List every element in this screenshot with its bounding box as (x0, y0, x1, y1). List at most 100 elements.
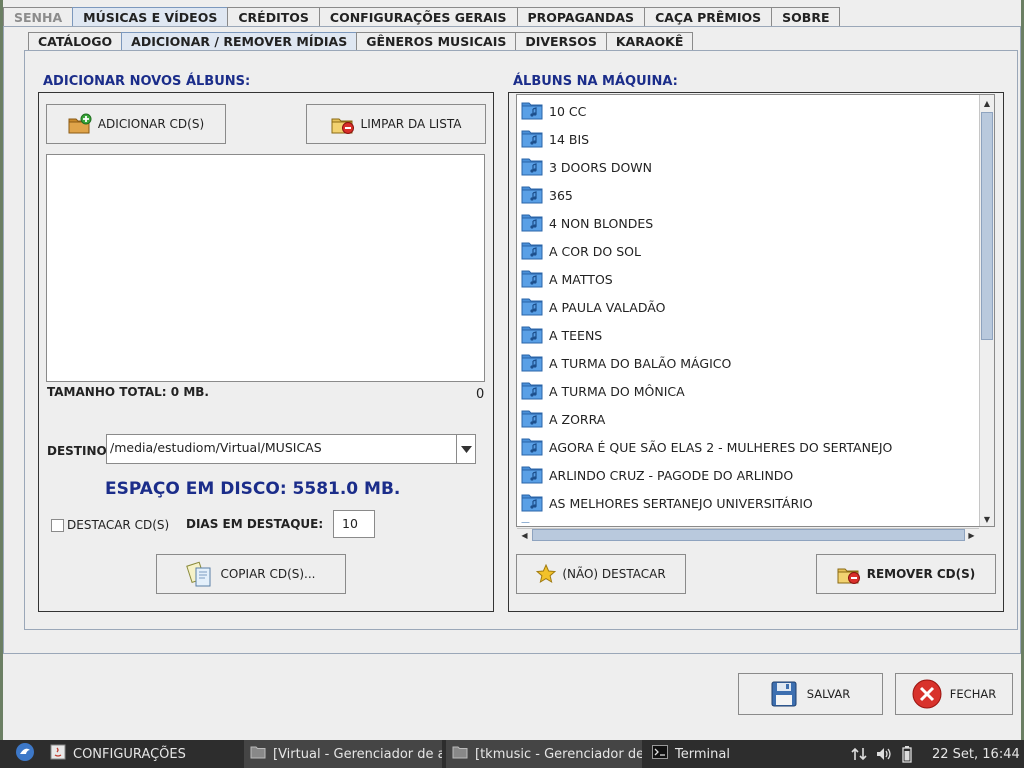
subtab-adicionar-remover[interactable]: ADICIONAR / REMOVER MÍDIAS (121, 32, 358, 51)
album-name: 365 (549, 187, 573, 203)
album-row[interactable]: A TURMA DO MÔNICA (521, 377, 979, 405)
album-row[interactable]: A ZORRA (521, 405, 979, 433)
music-folder-icon (521, 128, 543, 151)
music-folder-icon (521, 296, 543, 319)
album-name: 3 DOORS DOWN (549, 159, 652, 175)
album-row[interactable]: A TEENS (521, 321, 979, 349)
album-row[interactable]: A TURMA DO BALÃO MÁGICO (521, 349, 979, 377)
album-name: A TEENS (549, 327, 603, 343)
folder-add-icon (68, 113, 92, 135)
save-label: SALVAR (806, 687, 851, 701)
folder-icon (452, 745, 468, 763)
highlight-label: DESTACAR CD(S) (67, 518, 170, 532)
horizontal-scroll-thumb[interactable] (532, 529, 965, 541)
taskbar-item-virtual[interactable]: [Virtual - Gerenciador de ar... (244, 740, 442, 768)
remove-cds-button[interactable]: REMOVER CD(S) (816, 554, 996, 594)
start-menu-button[interactable] (14, 740, 40, 768)
taskbar-item-configuracoes[interactable]: CONFIGURAÇÕES (44, 740, 240, 768)
album-row[interactable]: 3 DOORS DOWN (521, 153, 979, 181)
disk-space: ESPAÇO EM DISCO: 5581.0 MB. (105, 479, 401, 499)
copy-cds-button[interactable]: COPIAR CD(S)... (156, 554, 346, 594)
album-row[interactable]: 14 BIS (521, 125, 979, 153)
music-folder-icon (521, 212, 543, 235)
close-label: FECHAR (949, 687, 997, 701)
scroll-right-icon[interactable]: ▶ (965, 529, 978, 541)
album-row[interactable]: AVIÕES DO FORRÓ - AO VIVO EM FORTALEZA (… (521, 517, 979, 523)
chevron-down-icon[interactable] (456, 435, 475, 463)
music-folder-icon (521, 324, 543, 347)
network-icon[interactable] (851, 740, 871, 768)
album-row[interactable]: 365 (521, 181, 979, 209)
main-tabbar: SENHA MÚSICAS E VÍDEOS CRÉDITOS CONFIGUR… (3, 7, 841, 27)
music-folder-icon (521, 156, 543, 179)
album-row[interactable]: A MATTOS (521, 265, 979, 293)
album-name: A ZORRA (549, 411, 606, 427)
album-row[interactable]: ARLINDO CRUZ - PAGODE DO ARLINDO (521, 461, 979, 489)
album-name: A PAULA VALADÃO (549, 299, 666, 315)
save-button[interactable]: SALVAR (738, 673, 883, 715)
folder-icon (250, 745, 266, 763)
album-count: 0 (476, 387, 485, 402)
tab-propagandas[interactable]: PROPAGANDAS (516, 7, 646, 27)
toggle-highlight-button[interactable]: (NÃO) DESTACAR (516, 554, 686, 594)
new-albums-list[interactable] (46, 154, 485, 382)
destination-label: DESTINO (47, 444, 107, 458)
subtab-catalogo[interactable]: CATÁLOGO (28, 32, 123, 51)
tab-configuracoes-gerais[interactable]: CONFIGURAÇÕES GERAIS (318, 7, 518, 27)
scroll-up-icon[interactable]: ▲ (980, 96, 994, 110)
taskbar-item-tkmusic[interactable]: [tkmusic - Gerenciador de ... (446, 740, 642, 768)
floppy-save-icon (771, 681, 797, 707)
taskbar-item-label: [tkmusic - Gerenciador de ... (475, 746, 642, 762)
taskbar-item-terminal[interactable]: Terminal (646, 740, 836, 768)
clear-list-button[interactable]: LIMPAR DA LISTA (306, 104, 486, 144)
total-size-label: TAMANHO TOTAL: 0 MB. (47, 385, 209, 399)
tab-creditos[interactable]: CRÉDITOS (227, 7, 320, 27)
scroll-down-icon[interactable]: ▼ (980, 512, 994, 526)
album-rows: 10 CC 14 BIS 3 DOORS DOWN 365 4 NON BLONDES A… (521, 97, 979, 523)
music-folder-icon (521, 268, 543, 291)
copy-cds-label: COPIAR CD(S)... (220, 567, 316, 581)
toggle-highlight-label: (NÃO) DESTACAR (562, 567, 666, 581)
vertical-scroll-thumb[interactable] (981, 112, 993, 340)
machine-albums-list[interactable]: 10 CC 14 BIS 3 DOORS DOWN 365 4 NON BLONDES A… (516, 94, 995, 527)
taskbar-item-label: CONFIGURAÇÕES (73, 746, 186, 762)
subtab-generos-musicais[interactable]: GÊNEROS MUSICAIS (356, 32, 517, 51)
music-folder-icon (521, 380, 543, 403)
album-row[interactable]: A COR DO SOL (521, 237, 979, 265)
scroll-left-icon[interactable]: ◀ (518, 529, 531, 541)
album-row[interactable]: AS MELHORES SERTANEJO UNIVERSITÁRIO (521, 489, 979, 517)
music-folder-icon (521, 408, 543, 431)
battery-icon[interactable] (902, 740, 918, 768)
tab-sobre[interactable]: SOBRE (771, 7, 841, 27)
add-albums-title: ADICIONAR NOVOS ÁLBUNS: (43, 74, 251, 89)
music-folder-icon (521, 492, 543, 515)
folder-remove-icon (331, 113, 355, 135)
add-cds-button[interactable]: ADICIONAR CD(S) (46, 104, 226, 144)
album-name: A TURMA DO MÔNICA (549, 383, 685, 399)
days-input[interactable]: 10 (333, 510, 375, 538)
close-icon (912, 679, 942, 709)
album-row[interactable]: AGORA É QUE SÃO ELAS 2 - MULHERES DO SER… (521, 433, 979, 461)
machine-albums-title: ÁLBUNS NA MÁQUINA: (513, 74, 678, 89)
destination-combo[interactable]: /media/estudiom/Virtual/MUSICAS (106, 434, 476, 464)
album-row[interactable]: 4 NON BLONDES (521, 209, 979, 237)
album-name: 14 BIS (549, 131, 590, 147)
music-folder-icon (521, 520, 543, 523)
terminal-icon (652, 745, 668, 763)
subtab-karaoke[interactable]: KARAOKÊ (605, 32, 694, 51)
clock[interactable]: 22 Set, 16:44 (932, 740, 1020, 768)
album-name: 10 CC (549, 103, 587, 119)
remove-cds-label: REMOVER CD(S) (866, 567, 976, 581)
close-button[interactable]: FECHAR (895, 673, 1013, 715)
destination-value: /media/estudiom/Virtual/MUSICAS (110, 440, 322, 455)
tab-musicas-e-videos[interactable]: MÚSICAS E VÍDEOS (72, 7, 229, 27)
tab-caca-premios[interactable]: CAÇA PRÊMIOS (644, 7, 773, 27)
subtab-diversos[interactable]: DIVERSOS (515, 32, 607, 51)
highlight-checkbox[interactable] (51, 519, 64, 532)
taskbar-item-label: [Virtual - Gerenciador de ar... (273, 746, 442, 762)
volume-icon[interactable] (875, 740, 897, 768)
album-row[interactable]: 10 CC (521, 97, 979, 125)
add-cds-label: ADICIONAR CD(S) (97, 117, 205, 131)
tab-senha[interactable]: SENHA (3, 7, 74, 27)
album-row[interactable]: A PAULA VALADÃO (521, 293, 979, 321)
